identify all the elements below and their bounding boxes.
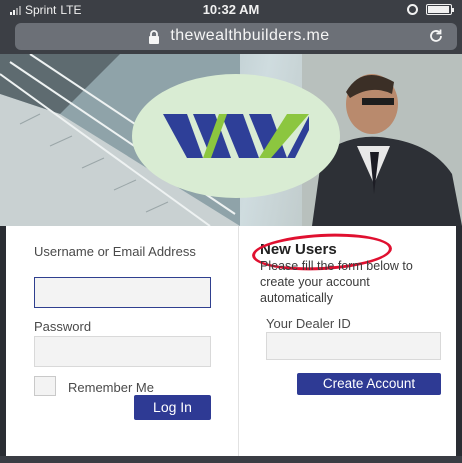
dealer-id-input[interactable] <box>266 332 441 360</box>
login-button[interactable]: Log In <box>134 395 211 420</box>
password-label: Password <box>34 319 92 334</box>
status-bar: Sprint LTE 10:32 AM <box>0 0 462 20</box>
status-time: 10:32 AM <box>202 2 260 17</box>
address-bar[interactable]: thewealthbuilders.me <box>15 23 457 50</box>
url-text[interactable]: thewealthbuilders.me <box>15 27 457 45</box>
ww-logo-icon <box>163 114 309 158</box>
username-label: Username or Email Address <box>34 244 196 259</box>
bottom-edge <box>0 456 462 463</box>
hero-banner <box>0 54 462 226</box>
brand-logo <box>132 74 340 198</box>
login-card: Username or Email Address Password Remem… <box>6 226 456 456</box>
remember-me-label: Remember Me <box>68 380 154 395</box>
browser-toolbar: thewealthbuilders.me <box>0 20 462 54</box>
reload-icon[interactable] <box>427 27 445 45</box>
remember-me-checkbox[interactable] <box>34 376 56 396</box>
username-input[interactable] <box>34 277 211 308</box>
password-input[interactable] <box>34 336 211 367</box>
new-users-description: Please fill the form below to create you… <box>260 259 413 305</box>
battery-icon <box>426 4 454 15</box>
column-divider <box>238 226 239 456</box>
dealer-id-label: Your Dealer ID <box>266 316 351 331</box>
rotation-lock-icon <box>407 4 418 15</box>
status-right <box>407 4 454 15</box>
create-account-button[interactable]: Create Account <box>297 373 441 395</box>
